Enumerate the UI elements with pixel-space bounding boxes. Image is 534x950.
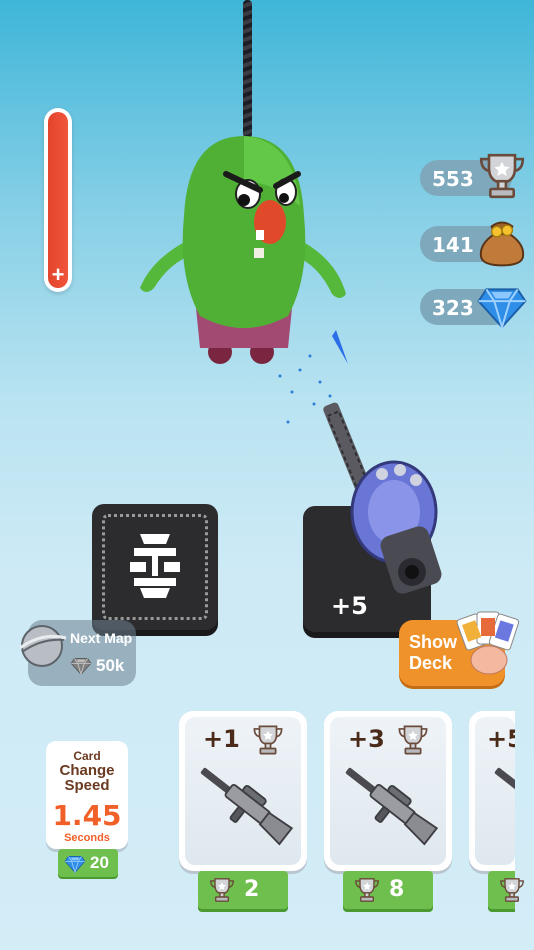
gem-icon	[476, 279, 528, 331]
coin-count: 141	[432, 233, 474, 257]
card-emblem-icon	[130, 534, 180, 598]
show-deck-label-1: Show	[409, 632, 457, 652]
assault-rifle-icon	[189, 761, 299, 851]
enemy-health-bar: +	[44, 108, 72, 292]
gem-counter: 323	[420, 289, 512, 325]
next-map-cost: 50k	[96, 656, 125, 675]
upgrade-card-3[interactable]: +5	[469, 711, 515, 871]
upgrade-card-2[interactable]: +3	[324, 711, 452, 871]
gem-icon	[64, 852, 86, 874]
silver-trophy-icon	[476, 150, 528, 202]
next-map-label: Next Map	[70, 630, 133, 646]
upgrade-bonus: +1	[203, 725, 240, 753]
upgrade-1-buy-button[interactable]: 2	[198, 871, 288, 909]
trophy-counter: 553	[420, 160, 512, 196]
trophy-icon	[498, 876, 526, 904]
show-deck-button[interactable]: Show Deck	[399, 611, 520, 686]
trophy-icon	[251, 723, 285, 757]
speed-title-line3: Speed	[64, 777, 110, 794]
speed-upgrade-button[interactable]: 20	[58, 849, 118, 877]
show-deck-label-2: Deck	[409, 653, 453, 673]
card-deck-hand-icon	[456, 611, 520, 675]
trophy-icon	[396, 723, 430, 757]
health-plus-icon: +	[51, 262, 65, 287]
trophy-icon	[353, 876, 381, 904]
gun-icon	[483, 761, 515, 851]
upgrade-card-1[interactable]: +1	[179, 711, 307, 871]
planet-icon	[19, 625, 67, 667]
trophy-icon	[208, 876, 236, 904]
upgrade-cost: 2	[244, 877, 260, 902]
upgrade-3-buy-button[interactable]	[488, 871, 515, 909]
coin-bag-icon	[479, 221, 525, 267]
player-minigun	[323, 402, 442, 594]
upgrade-2-buy-button[interactable]: 8	[343, 871, 433, 909]
speed-upgrade-cost: 20	[90, 853, 109, 872]
upgrade-bonus: +3	[348, 725, 385, 753]
speed-title-line2: Change	[59, 762, 115, 779]
card-change-speed-panel: Card Change Speed 1.45 Seconds	[46, 741, 128, 849]
gem-count: 323	[432, 296, 474, 320]
sniper-rifle-icon	[334, 761, 444, 851]
coin-bag-counter: 141	[420, 221, 525, 267]
trophy-count: 553	[432, 167, 474, 191]
face-down-card[interactable]	[92, 504, 218, 630]
next-map-button[interactable]: Next Map 50k	[19, 620, 136, 686]
speed-unit: Seconds	[64, 832, 110, 844]
upgrade-bonus: +5	[487, 725, 515, 753]
upgrade-cost: 8	[389, 877, 405, 902]
gem-icon-gray	[70, 654, 92, 676]
speed-value: 1.45	[52, 799, 122, 832]
speed-title-line1: Card	[73, 749, 101, 763]
